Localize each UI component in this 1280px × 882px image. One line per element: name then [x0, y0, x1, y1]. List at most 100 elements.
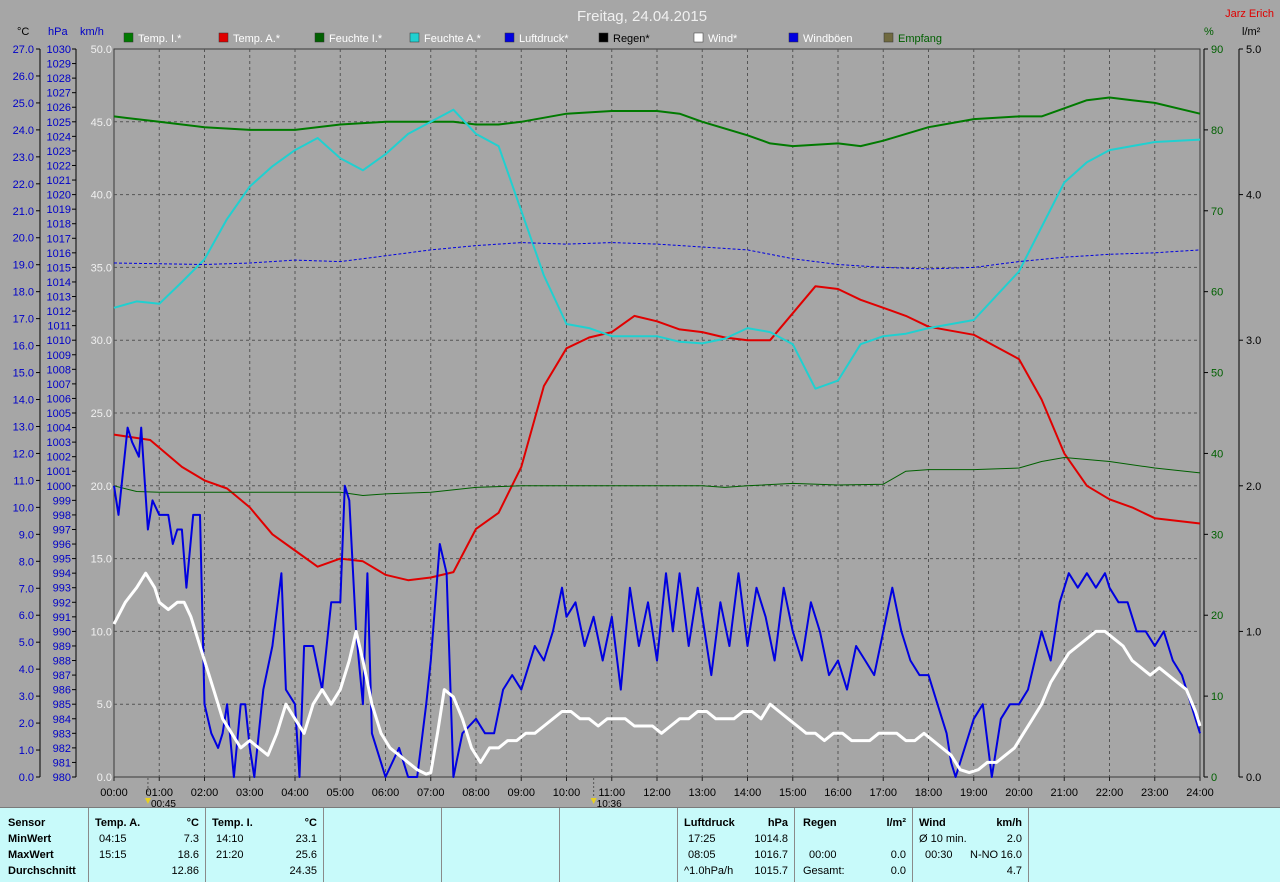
temp-tick-label: 10.0 [13, 502, 34, 514]
temp-tick-label: 27.0 [13, 44, 34, 56]
wind-tick-label: 15.0 [91, 554, 112, 566]
pressure-tick-label: 981 [53, 757, 71, 769]
sensor-label: Sensor [8, 817, 46, 829]
x-tick-label: 01:00 [145, 787, 173, 799]
temp-a-header: Temp. A. [95, 817, 141, 829]
pressure-tick-label: 1025 [47, 117, 71, 129]
time-marker-label: 00:45 [151, 799, 176, 807]
temp-a-max-time: 15:15 [99, 849, 127, 861]
wind-tick-label: 5.0 [97, 699, 112, 711]
wind-unit-label: km/h [80, 26, 104, 38]
x-tick-label: 00:00 [100, 787, 128, 799]
temp-tick-label: 16.0 [13, 341, 34, 353]
x-tick-label: 22:00 [1096, 787, 1124, 799]
pressure-tick-label: 996 [53, 539, 71, 551]
x-tick-label: 02:00 [191, 787, 219, 799]
temp-tick-label: 13.0 [13, 421, 34, 433]
pressure-unit: hPa [767, 817, 788, 829]
wind-tick-label: 40.0 [91, 190, 112, 202]
legend-swatch [504, 32, 515, 43]
legend-swatch [218, 32, 229, 43]
temp-tick-label: 6.0 [19, 610, 34, 622]
pressure-tick-label: 1012 [47, 306, 71, 318]
chart-title: Freitag, 24.04.2015 [577, 8, 707, 25]
author-label: Jarz Erich [1225, 8, 1274, 20]
wind-avg-label: Ø 10 min. [919, 833, 967, 845]
humidity-unit-label: % [1204, 26, 1214, 38]
x-tick-label: 21:00 [1050, 787, 1078, 799]
legend-label: Empfang [898, 33, 942, 45]
temp-a-min-time: 04:15 [99, 833, 127, 845]
temp-tick-label: 14.0 [13, 395, 34, 407]
temp-tick-label: 8.0 [19, 556, 34, 568]
temp-i-max-time: 21:20 [216, 849, 244, 861]
wind-header: Wind [919, 817, 946, 829]
legend-swatch [598, 32, 609, 43]
stats-temp-a: Temp. A. °C 04:15 7.3 15:15 18.6 12.86 [89, 808, 206, 882]
stats-wind: Wind km/h Ø 10 min. 2.0 00:30 N-NO 16.0 … [913, 808, 1029, 882]
pressure-tick-label: 1005 [47, 408, 71, 420]
pressure-tick-label: 988 [53, 656, 71, 668]
pressure-min-val: 1014.8 [754, 833, 788, 845]
rain-unit-label: l/m² [1242, 26, 1261, 38]
temp-tick-label: 1.0 [19, 745, 34, 757]
x-tick-label: 07:00 [417, 787, 445, 799]
x-tick-label: 11:00 [598, 787, 625, 799]
legend: Temp. I.* Temp. A.* Feuchte I.* Feuchte A.*… [123, 32, 942, 45]
pressure-tick-label: 1026 [47, 102, 71, 114]
temp-tick-label: 11.0 [13, 475, 34, 487]
pressure-tick-label: 1001 [47, 466, 71, 478]
pressure-tick-label: 987 [53, 670, 71, 682]
humidity-tick-label: 80 [1211, 125, 1223, 137]
humidity-tick-label: 50 [1211, 368, 1223, 380]
stats-empty-2 [442, 808, 560, 882]
rain-tick-label: 4.0 [1246, 190, 1261, 202]
wind-overall: 4.7 [1006, 865, 1022, 877]
pressure-tick-label: 999 [53, 495, 71, 507]
humidity-tick-label: 60 [1211, 287, 1223, 299]
pressure-tick-label: 1017 [47, 233, 71, 245]
pressure-tick-label: 1014 [47, 277, 71, 289]
minwert-label: MinWert [8, 833, 52, 845]
stats-rain: Regen l/m² 00:00 0.0 Gesamt: 0.0 [795, 808, 913, 882]
temp-i-min-time: 14:10 [216, 833, 244, 845]
pressure-tick-label: 982 [53, 743, 71, 755]
stats-empty-3 [560, 808, 678, 882]
grid [113, 48, 1201, 778]
temp-a-avg: 12.86 [171, 865, 199, 877]
x-tick-label: 24:00 [1186, 787, 1214, 799]
pressure-tick-label: 1027 [47, 88, 71, 100]
x-tick-label: 16:00 [824, 787, 852, 799]
pressure-tick-label: 1002 [47, 452, 71, 464]
temp-tick-label: 5.0 [19, 637, 34, 649]
rain-tick-label: 5.0 [1246, 44, 1261, 56]
stats-empty-1 [324, 808, 442, 882]
pressure-tick-label: 980 [53, 772, 71, 784]
x-tick-label: 03:00 [236, 787, 264, 799]
wind-tick-label: 50.0 [91, 44, 112, 56]
pressure-tick-label: 1010 [47, 335, 71, 347]
pressure-tick-label: 990 [53, 626, 71, 638]
rain-val: 0.0 [890, 849, 906, 861]
temp-tick-label: 17.0 [13, 314, 34, 326]
humidity-tick-label: 30 [1211, 529, 1223, 541]
temp-tick-label: 20.0 [13, 233, 34, 245]
pressure-tick-label: 1028 [47, 73, 71, 85]
temp-i-min-val: 23.1 [295, 833, 317, 845]
temp-a-min-val: 7.3 [183, 833, 199, 845]
time-marker-label: 10:36 [597, 799, 622, 807]
legend-label: Windböen [803, 33, 853, 45]
legend-label: Regen* [613, 33, 650, 45]
legend-label: Wind* [708, 33, 738, 45]
wind-tick-label: 0.0 [97, 772, 112, 784]
pressure-header: Luftdruck [684, 817, 735, 829]
rain-tick-label: 1.0 [1246, 626, 1261, 638]
temp-tick-label: 18.0 [13, 287, 34, 299]
pressure-tick-label: 1024 [47, 131, 71, 143]
pressure-tick-label: 985 [53, 699, 71, 711]
temp-i-max-val: 25.6 [295, 849, 317, 861]
legend-label: Temp. A.* [233, 33, 281, 45]
pressure-tick-label: 992 [53, 597, 71, 609]
x-tick-label: 17:00 [869, 787, 897, 799]
maxwert-label: MaxWert [8, 849, 54, 861]
